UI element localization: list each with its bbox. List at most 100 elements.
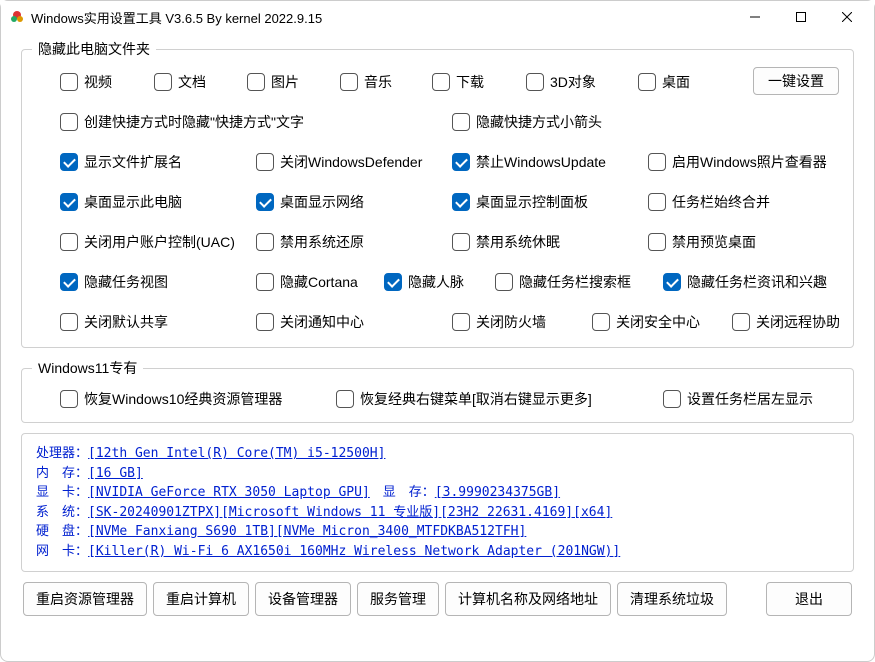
- cb-hide-people[interactable]: 隐藏人脉: [384, 271, 464, 293]
- info-disk-label: 硬 盘：: [36, 524, 88, 539]
- close-icon: [842, 12, 852, 22]
- cb-close-security-center[interactable]: 关闭安全中心: [592, 311, 700, 333]
- cb-close-remote-assist-label: 关闭远程协助: [756, 312, 840, 332]
- info-mem-label: 内 存：: [36, 466, 88, 481]
- cb-desktop[interactable]: 桌面: [638, 71, 730, 93]
- cb-disable-preview-desktop[interactable]: 禁用预览桌面: [648, 231, 756, 253]
- cb-close-notification-center-label: 关闭通知中心: [280, 312, 364, 332]
- cb-desktop-thispc[interactable]: 桌面显示此电脑: [60, 191, 182, 213]
- info-disk-value: [NVMe Fanxiang S690 1TB][NVMe Micron_340…: [88, 524, 526, 539]
- cb-hide-task-view[interactable]: 隐藏任务视图: [60, 271, 168, 293]
- cb-close-uac-label: 关闭用户账户控制(UAC): [84, 232, 235, 252]
- cb-close-firewall-label: 关闭防火墙: [476, 312, 546, 332]
- one-key-set-button[interactable]: 一键设置: [753, 67, 839, 95]
- cb-close-notification-center[interactable]: 关闭通知中心: [256, 311, 364, 333]
- cb-hide-taskbar-search[interactable]: 隐藏任务栏搜索框: [495, 271, 631, 293]
- computer-name-network-button[interactable]: 计算机名称及网络地址: [445, 582, 611, 616]
- cb-hide-task-view-label: 隐藏任务视图: [84, 272, 168, 292]
- cb-restore-win10-explorer-label: 恢复Windows10经典资源管理器: [84, 389, 282, 409]
- system-info-panel: 处理器：[12th Gen Intel(R) Core(TM) i5-12500…: [21, 433, 854, 572]
- minimize-icon: [750, 12, 760, 22]
- info-gpu-label: 显 卡：: [36, 485, 88, 500]
- cb-close-default-share[interactable]: 关闭默认共享: [60, 311, 168, 333]
- cb-close-defender[interactable]: 关闭WindowsDefender: [256, 151, 422, 173]
- cb-hide-taskbar-news-label: 隐藏任务栏资讯和兴趣: [687, 272, 827, 292]
- cb-enable-photo-viewer-label: 启用Windows照片查看器: [672, 152, 827, 172]
- maximize-button[interactable]: [778, 2, 824, 32]
- cb-hide-shortcut-text[interactable]: 创建快捷方式时隐藏"快捷方式"文字: [60, 111, 304, 133]
- cb-pictures[interactable]: 图片: [247, 71, 339, 93]
- info-vram-label: 显 存：: [383, 485, 435, 500]
- cb-desktop-network[interactable]: 桌面显示网络: [256, 191, 364, 213]
- info-cpu-value: [12th Gen Intel(R) Core(TM) i5-12500H]: [88, 446, 385, 461]
- device-manager-button[interactable]: 设备管理器: [255, 582, 351, 616]
- titlebar: Windows实用设置工具 V3.6.5 By kernel 2022.9.15: [1, 1, 874, 33]
- cb-hide-taskbar-search-label: 隐藏任务栏搜索框: [519, 272, 631, 292]
- minimize-button[interactable]: [732, 2, 778, 32]
- cb-restore-classic-context-menu-label: 恢复经典右键菜单[取消右键显示更多]: [360, 389, 592, 409]
- cb-downloads[interactable]: 下载: [432, 71, 524, 93]
- close-button[interactable]: [824, 2, 870, 32]
- cb-desktop-label: 桌面: [662, 72, 690, 92]
- cb-video[interactable]: 视频: [60, 71, 152, 93]
- group1-legend: 隐藏此电脑文件夹: [32, 39, 156, 59]
- cb-disable-system-restore-label: 禁用系统还原: [280, 232, 364, 252]
- cb-restore-classic-context-menu[interactable]: 恢复经典右键菜单[取消右键显示更多]: [336, 388, 592, 410]
- info-cpu-label: 处理器：: [36, 446, 88, 461]
- cb-close-uac[interactable]: 关闭用户账户控制(UAC): [60, 231, 235, 253]
- cb-disable-update-label: 禁止WindowsUpdate: [476, 152, 606, 172]
- cb-close-default-share-label: 关闭默认共享: [84, 312, 168, 332]
- cb-3dobjects-label: 3D对象: [550, 72, 596, 92]
- cb-taskbar-always-combine[interactable]: 任务栏始终合并: [648, 191, 770, 213]
- cb-close-security-center-label: 关闭安全中心: [616, 312, 700, 332]
- maximize-icon: [796, 12, 806, 22]
- cb-desktop-controlpanel[interactable]: 桌面显示控制面板: [452, 191, 588, 213]
- cb-3dobjects[interactable]: 3D对象: [526, 71, 626, 93]
- window-title: Windows实用设置工具 V3.6.5 By kernel 2022.9.15: [31, 8, 322, 27]
- cb-downloads-label: 下载: [456, 72, 484, 92]
- cb-hide-people-label: 隐藏人脉: [408, 272, 464, 292]
- cb-hide-shortcut-arrow[interactable]: 隐藏快捷方式小箭头: [452, 111, 602, 133]
- info-mem-value: [16 GB]: [88, 466, 143, 481]
- service-manager-button[interactable]: 服务管理: [357, 582, 439, 616]
- cb-close-defender-label: 关闭WindowsDefender: [280, 152, 422, 172]
- cb-show-ext[interactable]: 显示文件扩展名: [60, 151, 182, 173]
- cb-video-label: 视频: [84, 72, 112, 92]
- cb-disable-system-restore[interactable]: 禁用系统还原: [256, 231, 364, 253]
- info-gpu-value: [NVIDIA GeForce RTX 3050 Laptop GPU]: [88, 485, 370, 500]
- bottom-button-bar: 重启资源管理器 重启计算机 设备管理器 服务管理 计算机名称及网络地址 清理系统…: [21, 582, 854, 616]
- restart-explorer-button[interactable]: 重启资源管理器: [23, 582, 147, 616]
- cb-music-label: 音乐: [364, 72, 392, 92]
- cb-restore-win10-explorer[interactable]: 恢复Windows10经典资源管理器: [60, 388, 282, 410]
- cb-close-firewall[interactable]: 关闭防火墙: [452, 311, 546, 333]
- cb-documents[interactable]: 文档: [154, 71, 246, 93]
- restart-computer-button[interactable]: 重启计算机: [153, 582, 249, 616]
- cb-desktop-network-label: 桌面显示网络: [280, 192, 364, 212]
- cb-taskbar-left-align[interactable]: 设置任务栏居左显示: [663, 388, 813, 410]
- info-os-label: 系 统：: [36, 505, 88, 520]
- clean-system-junk-button[interactable]: 清理系统垃圾: [617, 582, 727, 616]
- app-icon: [9, 9, 25, 25]
- group-hide-thispc-folders: 隐藏此电脑文件夹 视频 文档 图片 音乐 下载 3D对象 桌面 一键设置 创建快…: [21, 39, 854, 348]
- cb-disable-hibernate-label: 禁用系统休眠: [476, 232, 560, 252]
- cb-taskbar-always-combine-label: 任务栏始终合并: [672, 192, 770, 212]
- cb-disable-preview-desktop-label: 禁用预览桌面: [672, 232, 756, 252]
- cb-hide-shortcut-text-label: 创建快捷方式时隐藏"快捷方式"文字: [84, 112, 304, 132]
- cb-disable-hibernate[interactable]: 禁用系统休眠: [452, 231, 560, 253]
- cb-enable-photo-viewer[interactable]: 启用Windows照片查看器: [648, 151, 827, 173]
- cb-taskbar-left-align-label: 设置任务栏居左显示: [687, 389, 813, 409]
- cb-hide-cortana[interactable]: 隐藏Cortana: [256, 271, 358, 293]
- info-os-value: [SK-20240901ZTPX][Microsoft Windows 11 专…: [88, 505, 612, 520]
- cb-close-remote-assist[interactable]: 关闭远程协助: [732, 311, 840, 333]
- cb-hide-shortcut-arrow-label: 隐藏快捷方式小箭头: [476, 112, 602, 132]
- info-nic-value: [Killer(R) Wi-Fi 6 AX1650i 160MHz Wirele…: [88, 544, 620, 559]
- group2-legend: Windows11专有: [32, 358, 143, 378]
- info-vram-value: [3.9990234375GB]: [435, 485, 560, 500]
- exit-button[interactable]: 退出: [766, 582, 852, 616]
- info-nic-label: 网 卡：: [36, 544, 88, 559]
- cb-music[interactable]: 音乐: [340, 71, 432, 93]
- cb-desktop-controlpanel-label: 桌面显示控制面板: [476, 192, 588, 212]
- cb-hide-taskbar-news[interactable]: 隐藏任务栏资讯和兴趣: [663, 271, 827, 293]
- cb-disable-update[interactable]: 禁止WindowsUpdate: [452, 151, 606, 173]
- cb-documents-label: 文档: [178, 72, 206, 92]
